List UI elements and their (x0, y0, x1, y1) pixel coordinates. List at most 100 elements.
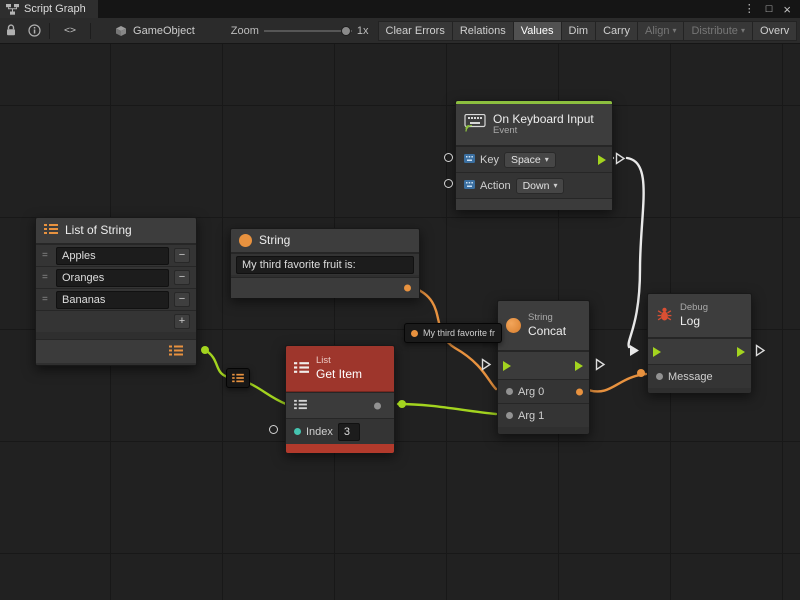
zoom-slider-knob[interactable] (341, 26, 351, 36)
flow-arrow-outline (615, 152, 626, 165)
node-title: Get Item (316, 367, 362, 381)
value-preview-text: My third favorite fr... (423, 328, 495, 338)
list-icon (232, 373, 244, 383)
string-type-icon (239, 234, 252, 247)
list-item-row: = Bananas − (36, 288, 196, 310)
code-view-icon[interactable]: <> (64, 25, 76, 36)
remove-item-button[interactable]: − (174, 248, 190, 263)
arg1-label: Arg 1 (518, 410, 544, 422)
unconnected-port-ring[interactable] (444, 179, 453, 188)
action-value: Down (523, 180, 550, 192)
unconnected-port-ring[interactable] (269, 425, 278, 434)
add-item-button[interactable]: + (174, 314, 190, 329)
arg0-input-port[interactable] (506, 388, 513, 395)
message-row: Message (648, 364, 751, 388)
string-output-port[interactable] (404, 285, 411, 292)
graph-canvas[interactable]: On Keyboard Input Event Key Space▾ Actio… (0, 44, 800, 600)
values-button[interactable]: Values (513, 21, 562, 41)
list-output-port[interactable] (169, 344, 183, 359)
node-subtitle: Event (493, 126, 594, 137)
item-output-port[interactable] (374, 402, 381, 409)
message-input-port[interactable] (656, 373, 663, 380)
zoom-label: Zoom (231, 25, 259, 37)
arg1-input-port[interactable] (506, 412, 513, 419)
clear-errors-button[interactable]: Clear Errors (378, 21, 453, 41)
zoom-slider[interactable] (264, 25, 352, 37)
list-item-row: = Apples − (36, 244, 196, 266)
flow-out-port[interactable] (598, 155, 606, 165)
remove-item-button[interactable]: − (174, 270, 190, 285)
error-footer (286, 444, 394, 453)
node-footer (498, 427, 589, 434)
action-dropdown[interactable]: Down▾ (516, 178, 565, 194)
node-header[interactable]: List Get Item (286, 346, 394, 392)
list-item-field[interactable]: Apples (56, 247, 169, 265)
drag-handle-icon[interactable]: = (42, 272, 51, 283)
flow-arrow-outline (481, 358, 492, 371)
flow-arrow-outline (755, 344, 766, 357)
wire-endpoint-green[interactable] (398, 400, 406, 408)
wire-value-preview: My third favorite fr... (404, 323, 502, 343)
remove-item-button[interactable]: − (174, 292, 190, 307)
node-header[interactable]: Debug Log (648, 294, 751, 338)
node-on-keyboard-input[interactable]: On Keyboard Input Event Key Space▾ Actio… (455, 100, 613, 210)
node-list-of-string[interactable]: List of String = Apples − = Oranges − = … (35, 217, 197, 366)
maximize-icon[interactable]: □ (766, 4, 773, 15)
window-menu-icon[interactable]: ⋮ (744, 4, 755, 15)
node-header[interactable]: String (231, 229, 419, 253)
unconnected-port-ring[interactable] (444, 153, 453, 162)
node-log[interactable]: Debug Log Message (647, 293, 752, 393)
overview-button[interactable]: Overv (752, 21, 797, 41)
list-item-row: = Oranges − (36, 266, 196, 288)
flow-arrow-outline (595, 358, 606, 371)
drag-handle-icon[interactable]: = (42, 250, 51, 261)
wire-endpoint-green[interactable] (201, 346, 209, 354)
tab-script-graph[interactable]: Script Graph (0, 0, 98, 18)
zoom-value: 1x (357, 25, 369, 37)
node-header[interactable]: List of String (36, 218, 196, 244)
dim-button[interactable]: Dim (561, 21, 597, 41)
index-input-port[interactable] (294, 428, 301, 435)
string-value-field[interactable]: My third favorite fruit is: (236, 256, 414, 274)
string-type-icon (506, 318, 521, 333)
drag-handle-icon[interactable]: = (42, 294, 51, 305)
carry-button[interactable]: Carry (595, 21, 638, 41)
info-icon[interactable] (28, 24, 41, 37)
node-footer (456, 198, 612, 210)
index-field[interactable]: 3 (338, 423, 360, 441)
gameobject-label[interactable]: GameObject (133, 25, 195, 37)
align-button[interactable]: Align▾ (637, 21, 684, 41)
wire-endpoint-orange[interactable] (637, 369, 645, 377)
node-header[interactable]: String Concat (498, 301, 589, 351)
toolbar-separator (49, 23, 50, 39)
lock-icon[interactable] (5, 24, 17, 37)
relations-button[interactable]: Relations (452, 21, 514, 41)
list-item-field[interactable]: Bananas (56, 291, 169, 309)
flow-row (648, 338, 751, 364)
list-input-port[interactable] (294, 399, 307, 413)
flow-out-port[interactable] (737, 347, 745, 357)
string-value-row: My third favorite fruit is: (231, 253, 419, 275)
node-header[interactable]: On Keyboard Input Event (456, 104, 612, 146)
key-dropdown[interactable]: Space▾ (504, 152, 556, 168)
flow-out-port[interactable] (575, 361, 583, 371)
arg0-row: Arg 0 (498, 379, 589, 403)
arg0-label: Arg 0 (518, 386, 544, 398)
flow-in-port[interactable] (503, 361, 511, 371)
node-body-gap (36, 332, 196, 339)
node-category: String (528, 313, 566, 324)
titlebar: Script Graph ⋮ □ × (0, 0, 800, 18)
node-get-item[interactable]: List Get Item Index 3 (285, 345, 395, 453)
window-controls: ⋮ □ × (744, 0, 800, 18)
gameobject-icon (115, 25, 127, 37)
result-output-port[interactable] (576, 388, 583, 395)
caret-down-icon: ▾ (545, 155, 549, 164)
node-string-literal[interactable]: String My third favorite fruit is: (230, 228, 420, 298)
node-title: On Keyboard Input (493, 112, 594, 126)
distribute-button[interactable]: Distribute▾ (683, 21, 752, 41)
node-concat[interactable]: String Concat Arg 0 Arg 1 (497, 300, 590, 434)
flow-in-port[interactable] (653, 347, 661, 357)
arg1-row: Arg 1 (498, 403, 589, 427)
list-item-field[interactable]: Oranges (56, 269, 169, 287)
close-icon[interactable]: × (783, 3, 791, 16)
